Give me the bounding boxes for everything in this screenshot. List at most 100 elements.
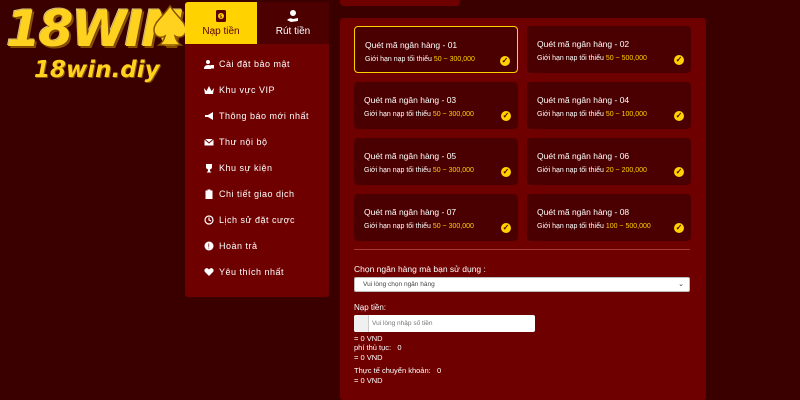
check-circle-icon: ✓ — [501, 223, 511, 233]
sidebar-item-transactions[interactable]: Chi tiết giao dịch — [185, 181, 329, 207]
card-limit: Giới hạn nạp tối thiểu 50 ~ 300,000 — [364, 167, 474, 174]
crown-icon — [204, 86, 214, 94]
sidebar-item-label: Hoàn trả — [219, 241, 258, 251]
card-limit: Giới hạn nạp tối thiểu 50 ~ 300,000 — [364, 223, 474, 230]
amount-field — [354, 315, 535, 332]
limit-label: Giới hạn nạp tối thiểu — [364, 223, 431, 230]
check-circle-icon: ✓ — [674, 223, 684, 233]
sidebar-menu: Cài đặt bảo mật Khu vực VIP Thông báo mớ… — [185, 51, 329, 285]
bank-method-card-01[interactable]: Quét mã ngân hàng - 01 Giới hạn nạp tối … — [354, 26, 518, 73]
actual-vnd: = 0 VND — [354, 376, 383, 385]
limit-label: Giới hạn nạp tối thiểu — [537, 111, 604, 118]
sidebar-item-favorites[interactable]: Yêu thích nhất — [185, 259, 329, 285]
limit-range: 100 ~ 500,000 — [605, 223, 651, 230]
bank-method-card-02[interactable]: Quét mã ngân hàng - 02 Giới hạn nạp tối … — [527, 26, 691, 73]
tab-withdraw[interactable]: Rút tiền — [257, 2, 329, 44]
withdraw-icon — [287, 10, 298, 22]
sidebar-item-events[interactable]: Khu sự kiện — [185, 155, 329, 181]
sidebar-item-label: Cài đặt bảo mật — [219, 59, 291, 69]
bank-method-card-08[interactable]: Quét mã ngân hàng - 08 Giới hạn nạp tối … — [527, 194, 691, 241]
amount-label: Nạp tiền: — [354, 303, 387, 312]
limit-label: Giới hạn nạp tối thiểu — [365, 56, 432, 63]
card-title: Quét mã ngân hàng - 08 — [537, 207, 630, 217]
sidebar-item-label: Thư nội bộ — [219, 137, 268, 147]
user-lock-icon — [204, 60, 214, 69]
trophy-icon — [206, 164, 212, 173]
sidebar-item-news[interactable]: Thông báo mới nhất — [185, 103, 329, 129]
header-strip — [340, 0, 460, 6]
card-title: Quét mã ngân hàng - 04 — [537, 95, 630, 105]
chevron-down-icon: ⌄ — [678, 281, 684, 288]
card-title: Quét mã ngân hàng - 05 — [364, 151, 457, 161]
bank-select[interactable]: Vui lòng chọn ngân hàng ⌄ — [354, 277, 690, 292]
check-circle-icon: ✓ — [674, 111, 684, 121]
sidebar-item-label: Khu sự kiện — [219, 163, 273, 173]
megaphone-icon — [205, 112, 213, 120]
sidebar-item-bet-history[interactable]: Lịch sử đặt cược — [185, 207, 329, 233]
fee-value: 0 — [397, 343, 402, 352]
check-circle-icon: ✓ — [500, 56, 510, 66]
bank-select-label: Chọn ngân hàng mà bạn sử dụng : — [354, 264, 486, 274]
bank-method-card-03[interactable]: Quét mã ngân hàng - 03 Giới hạn nạp tối … — [354, 82, 518, 129]
amount-input[interactable] — [370, 315, 532, 332]
sidebar-item-label: Chi tiết giao dịch — [219, 189, 295, 199]
bank-method-card-07[interactable]: Quét mã ngân hàng - 07 Giới hạn nạp tối … — [354, 194, 518, 241]
brand-logo: 18WIN 18win.diy — [0, 0, 200, 95]
card-title: Quét mã ngân hàng - 02 — [537, 39, 630, 49]
section-divider — [354, 249, 690, 250]
tab-deposit[interactable]: $ Nạp tiền — [185, 2, 257, 44]
account-sidebar: $ Nạp tiền Rút tiền Cài đặt bảo mật Khu … — [185, 2, 329, 297]
actual-row: Thực tế chuyển khoản: 0 — [354, 366, 441, 375]
amount-prefix — [354, 315, 369, 332]
card-title: Quét mã ngân hàng - 07 — [364, 207, 457, 217]
limit-label: Giới hạn nạp tối thiểu — [364, 111, 431, 118]
tab-deposit-label: Nạp tiền — [202, 26, 240, 37]
check-circle-icon: ✓ — [674, 55, 684, 65]
limit-range: 50 ~ 300,000 — [432, 167, 474, 174]
card-limit: Giới hạn nạp tối thiểu 20 ~ 200,000 — [537, 167, 647, 174]
limit-range: 50 ~ 300,000 — [433, 56, 475, 63]
limit-range: 50 ~ 300,000 — [432, 111, 474, 118]
bank-select-value: Vui lòng chọn ngân hàng — [363, 281, 435, 288]
actual-value: 0 — [437, 366, 442, 375]
svg-text:$: $ — [219, 14, 222, 20]
transaction-tabs: $ Nạp tiền Rút tiền — [185, 2, 329, 44]
check-circle-icon: ✓ — [501, 167, 511, 177]
actual-label: Thực tế chuyển khoản: — [354, 366, 431, 375]
spade-icon — [153, 4, 187, 46]
card-limit: Giới hạn nạp tối thiểu 100 ~ 500,000 — [537, 223, 651, 230]
refund-icon: ! — [204, 241, 214, 251]
sidebar-item-label: Yêu thích nhất — [219, 267, 285, 277]
limit-label: Giới hạn nạp tối thiểu — [364, 167, 431, 174]
sidebar-item-label: Khu vực VIP — [219, 85, 276, 95]
bank-method-card-05[interactable]: Quét mã ngân hàng - 05 Giới hạn nạp tối … — [354, 138, 518, 185]
card-title: Quét mã ngân hàng - 01 — [365, 40, 458, 50]
limit-label: Giới hạn nạp tối thiểu — [537, 223, 604, 230]
limit-label: Giới hạn nạp tối thiểu — [537, 167, 604, 174]
card-limit: Giới hạn nạp tối thiểu 50 ~ 300,000 — [365, 56, 475, 63]
fee-row: phí thủ tục: 0 — [354, 343, 402, 352]
limit-range: 50 ~ 100,000 — [605, 111, 647, 118]
limit-range: 20 ~ 200,000 — [605, 167, 647, 174]
amount-vnd: = 0 VND — [354, 334, 383, 343]
limit-range: 50 ~ 500,000 — [605, 55, 647, 62]
mail-icon — [204, 138, 214, 146]
logo-domain: 18win.diy — [34, 57, 160, 83]
bank-method-card-06[interactable]: Quét mã ngân hàng - 06 Giới hạn nạp tối … — [527, 138, 691, 185]
tab-withdraw-label: Rút tiền — [275, 26, 311, 37]
sidebar-item-security[interactable]: Cài đặt bảo mật — [185, 51, 329, 77]
sidebar-item-label: Lịch sử đặt cược — [219, 215, 295, 225]
sidebar-item-inbox[interactable]: Thư nội bộ — [185, 129, 329, 155]
svg-text:!: ! — [207, 243, 210, 251]
fee-label: phí thủ tục: — [354, 343, 392, 352]
sidebar-item-refund[interactable]: ! Hoàn trả — [185, 233, 329, 259]
deposit-icon: $ — [216, 10, 226, 22]
card-limit: Giới hạn nạp tối thiểu 50 ~ 300,000 — [364, 111, 474, 118]
history-icon — [204, 215, 214, 225]
card-limit: Giới hạn nạp tối thiểu 50 ~ 500,000 — [537, 55, 647, 62]
limit-range: 50 ~ 300,000 — [432, 223, 474, 230]
card-limit: Giới hạn nạp tối thiểu 50 ~ 100,000 — [537, 111, 647, 118]
sidebar-item-vip[interactable]: Khu vực VIP — [185, 77, 329, 103]
card-title: Quét mã ngân hàng - 06 — [537, 151, 630, 161]
bank-method-card-04[interactable]: Quét mã ngân hàng - 04 Giới hạn nạp tối … — [527, 82, 691, 129]
